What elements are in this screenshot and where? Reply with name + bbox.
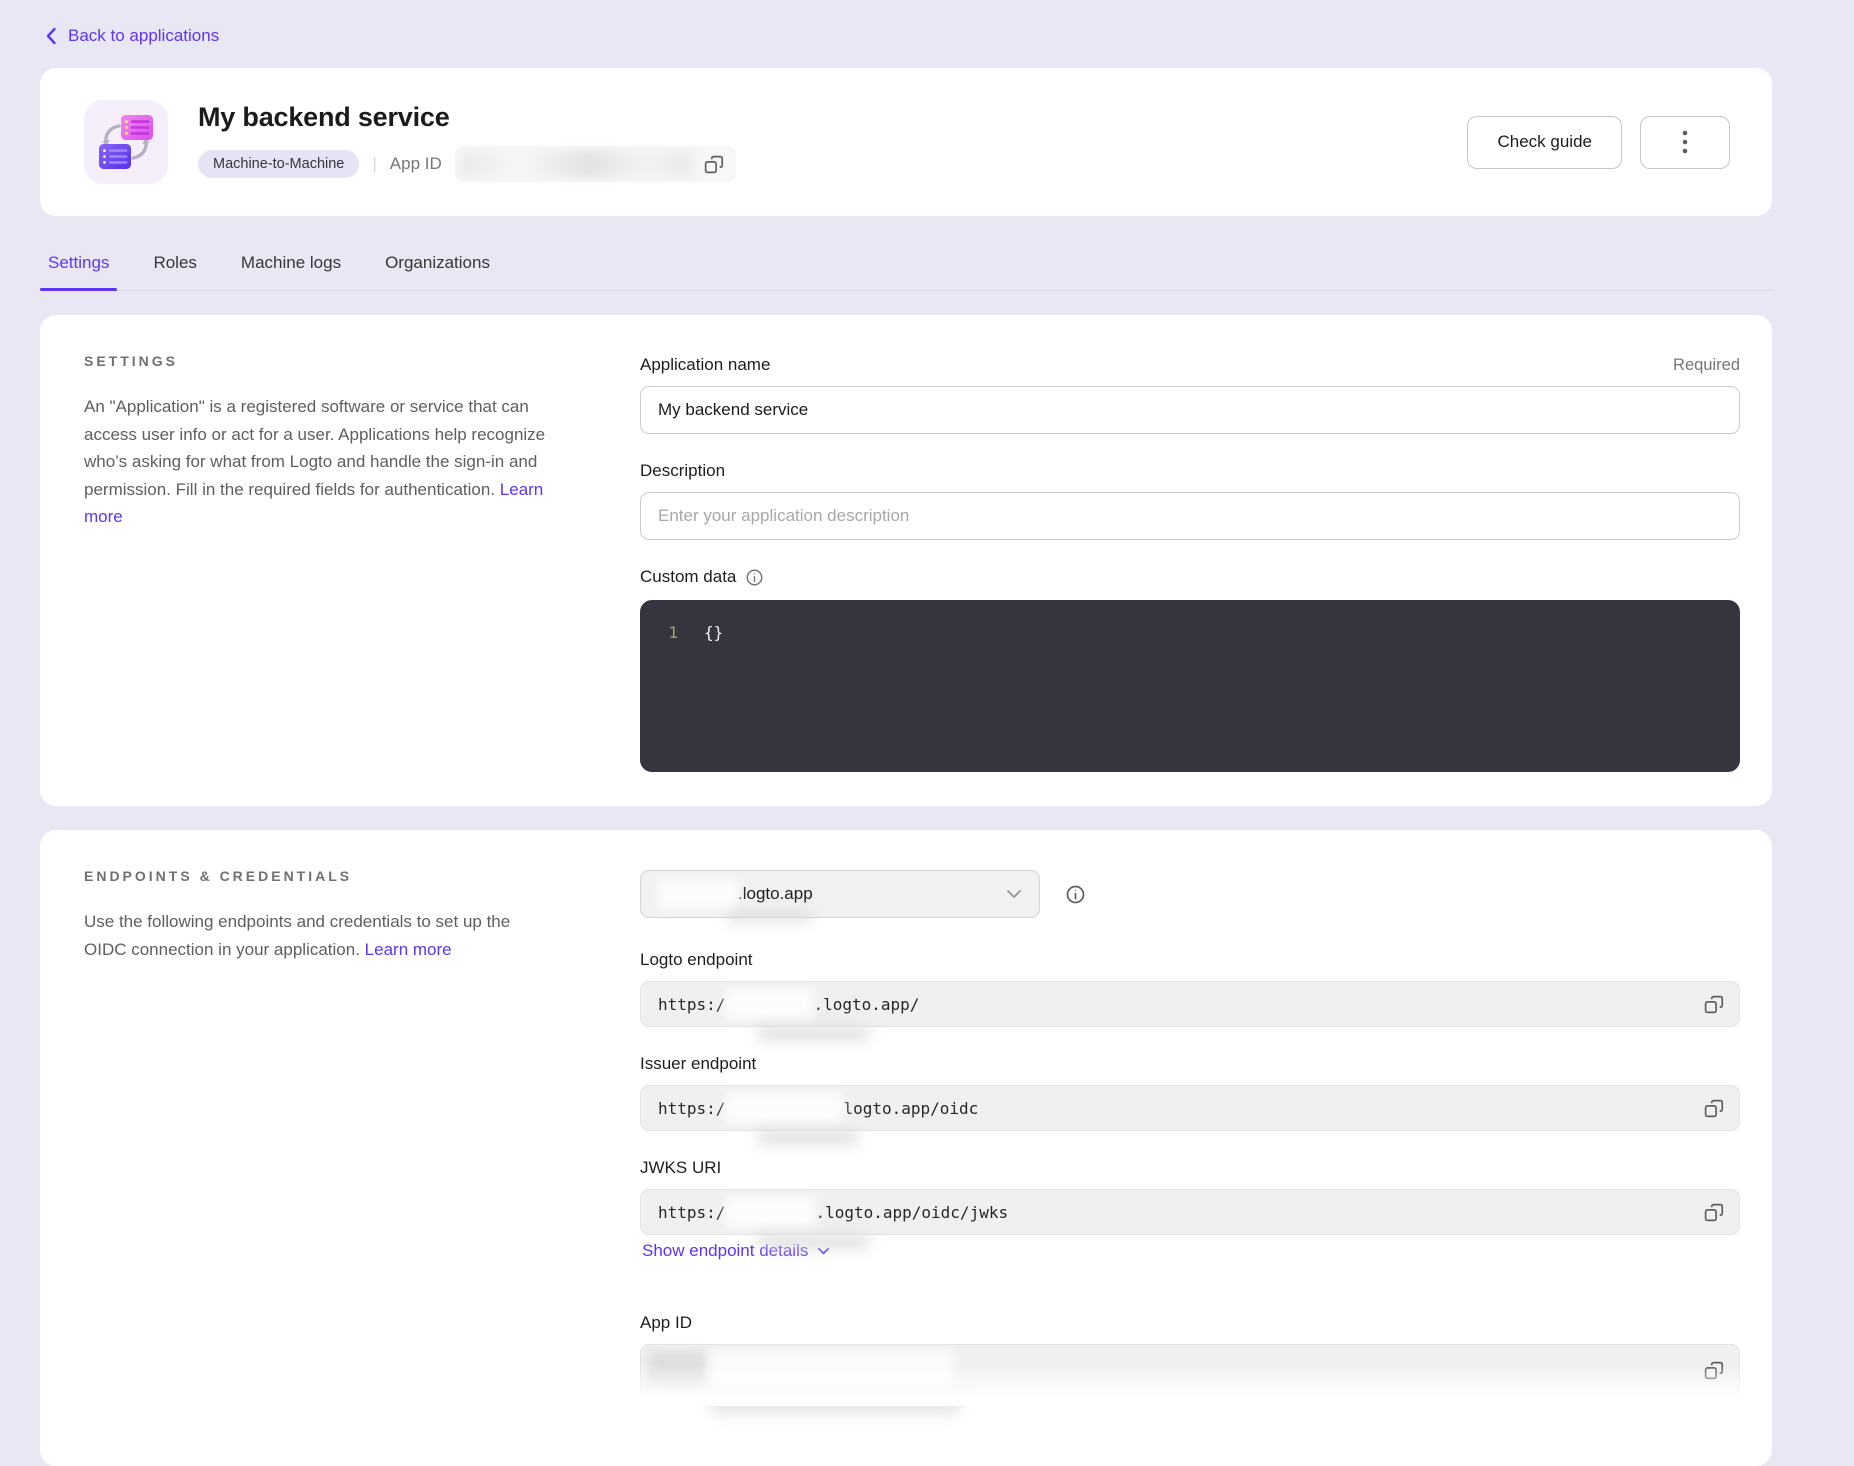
endpoint-suffix: .logto.app/oidc/jwks	[815, 1203, 1008, 1222]
endpoints-section-description: Use the following endpoints and credenti…	[84, 908, 554, 963]
tenant-domain-suffix: .logto.app	[738, 884, 813, 904]
machine-to-machine-app-icon	[84, 100, 168, 184]
application-header-card: My backend service Machine-to-Machine | …	[40, 68, 1772, 216]
meta-divider: |	[372, 154, 376, 174]
jwks-uri-label: JWKS URI	[640, 1158, 721, 1178]
tenant-domain-row: .logto.app	[640, 870, 1740, 918]
editor-content: {}	[704, 623, 723, 749]
tab-settings[interactable]: Settings	[48, 240, 109, 290]
description-field: Description	[640, 461, 1740, 540]
copy-icon	[1703, 1098, 1724, 1119]
tab-organizations[interactable]: Organizations	[385, 240, 490, 290]
copy-jwks-uri-button[interactable]	[1701, 1200, 1726, 1225]
endpoint-suffix: logto.app/oidc	[843, 1099, 978, 1118]
redacted-tenant-id	[725, 1197, 815, 1227]
copy-app-id-field-button[interactable]	[1701, 1358, 1726, 1383]
logto-endpoint-value: https:/ .logto.app/	[640, 981, 1740, 1027]
jwks-uri-field: JWKS URI https:/ .logto.app/oidc/jwks	[640, 1158, 1740, 1235]
issuer-endpoint-field: Issuer endpoint https:/ logto.app/oidc	[640, 1054, 1740, 1131]
endpoints-section-heading: ENDPOINTS & CREDENTIALS	[84, 868, 554, 884]
tab-roles[interactable]: Roles	[153, 240, 196, 290]
redaction-smudge	[710, 1397, 960, 1413]
app-id-value	[640, 1344, 1740, 1396]
logto-endpoint-label: Logto endpoint	[640, 950, 753, 970]
settings-section-heading: SETTINGS	[84, 353, 554, 369]
app-id-value-redacted	[455, 146, 736, 182]
description-input[interactable]	[640, 492, 1740, 540]
more-actions-button[interactable]	[1640, 116, 1730, 169]
custom-data-info-icon[interactable]	[745, 568, 764, 587]
settings-description-text: An "Application" is a registered softwar…	[84, 397, 545, 499]
back-to-applications-link[interactable]: Back to applications	[44, 26, 219, 46]
endpoint-prefix: https:/	[658, 1099, 725, 1118]
endpoints-section-card: ENDPOINTS & CREDENTIALS Use the followin…	[40, 830, 1772, 1466]
check-guide-button[interactable]: Check guide	[1467, 116, 1622, 169]
tenant-domain-select[interactable]: .logto.app	[640, 870, 1040, 918]
redacted-tenant-id	[725, 989, 813, 1019]
application-name-field: Application name Required	[640, 355, 1740, 434]
redacted-app-id	[711, 1351, 953, 1389]
tab-bar: Settings Roles Machine logs Organization…	[40, 240, 1772, 291]
settings-section-card: SETTINGS An "Application" is a registere…	[40, 315, 1772, 806]
app-id-label: App ID	[390, 154, 442, 174]
application-name-label: Application name	[640, 355, 770, 375]
domain-info-icon[interactable]	[1065, 884, 1086, 905]
endpoints-learn-more-link[interactable]: Learn more	[365, 940, 452, 959]
back-link-label: Back to applications	[68, 26, 219, 46]
description-label: Description	[640, 461, 725, 481]
redacted-app-id	[461, 151, 693, 177]
logto-endpoint-field: Logto endpoint https:/ .logto.app/	[640, 950, 1740, 1027]
endpoint-prefix: https:/	[658, 995, 725, 1014]
redacted-tenant-id	[725, 1093, 843, 1123]
application-details-page: Back to applications	[0, 0, 1772, 1466]
custom-data-field: Custom data 1 {}	[640, 567, 1740, 772]
chevron-down-icon	[1006, 889, 1022, 899]
settings-section-description: An "Application" is a registered softwar…	[84, 393, 554, 531]
copy-icon	[703, 154, 724, 175]
copy-icon	[1703, 994, 1724, 1015]
jwks-uri-value: https:/ .logto.app/oidc/jwks	[640, 1189, 1740, 1235]
redaction-smudge	[758, 1026, 870, 1041]
redacted-tenant-id	[658, 879, 738, 909]
endpoint-suffix: .logto.app/	[813, 995, 919, 1014]
copy-issuer-endpoint-button[interactable]	[1701, 1096, 1726, 1121]
redaction-smudge	[758, 1234, 870, 1249]
copy-icon	[1703, 1202, 1724, 1223]
copy-app-id-button[interactable]	[701, 152, 726, 177]
app-id-field: App ID	[640, 1313, 1740, 1396]
copy-icon	[1703, 1360, 1724, 1381]
back-chevron-icon	[44, 26, 57, 46]
redaction-smudge	[727, 911, 811, 923]
app-type-badge: Machine-to-Machine	[198, 150, 359, 178]
endpoint-prefix: https:/	[658, 1203, 725, 1222]
required-tag: Required	[1673, 356, 1740, 375]
redacted-app-id	[649, 1351, 705, 1389]
application-name-input[interactable]	[640, 386, 1740, 434]
editor-line-number: 1	[656, 623, 678, 749]
kebab-menu-icon	[1682, 129, 1688, 155]
copy-logto-endpoint-button[interactable]	[1701, 992, 1726, 1017]
page-title: My backend service	[198, 102, 736, 133]
redaction-smudge	[758, 1130, 858, 1145]
custom-data-code-editor[interactable]: 1 {}	[640, 600, 1740, 772]
issuer-endpoint-value: https:/ logto.app/oidc	[640, 1085, 1740, 1131]
issuer-endpoint-label: Issuer endpoint	[640, 1054, 756, 1074]
app-id-field-label: App ID	[640, 1313, 692, 1333]
tab-machine-logs[interactable]: Machine logs	[241, 240, 341, 290]
custom-data-label: Custom data	[640, 567, 736, 587]
